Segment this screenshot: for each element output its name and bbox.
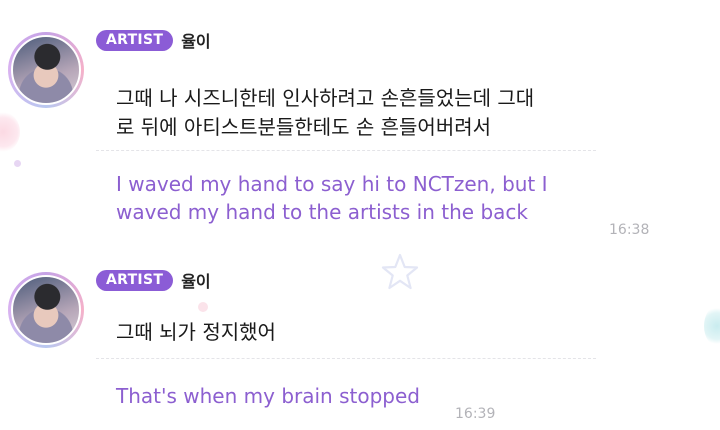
- message-line: 로 뒤에 아티스트분들한테도 손 흔들어버려서: [116, 115, 492, 139]
- translation-divider: [96, 358, 596, 359]
- message-line: 그때 나 시즈니한테 인사하려고 손흔들었는데 그대: [116, 86, 535, 110]
- sender-name[interactable]: 율이: [181, 268, 210, 292]
- background-decoration: [704, 306, 720, 346]
- translation-line: waved my hand to the artists in the back: [116, 200, 528, 224]
- message-line: 그때 뇌가 정지했어: [116, 320, 276, 344]
- message-text-korean: 그때 뇌가 정지했어: [116, 318, 596, 347]
- avatar[interactable]: [8, 272, 84, 348]
- message-translation: I waved my hand to say hi to NCTzen, but…: [116, 170, 556, 226]
- background-decoration: [198, 302, 208, 312]
- message-text-korean: 그때 나 시즈니한테 인사하려고 손흔들었는데 그대 로 뒤에 아티스트분들한테…: [116, 84, 596, 142]
- message-timestamp: 16:38: [609, 222, 650, 238]
- message-header: ARTIST 율이: [96, 268, 211, 292]
- background-decoration: [0, 112, 20, 152]
- artist-badge: ARTIST: [96, 269, 174, 291]
- message-timestamp: 16:39: [455, 406, 496, 422]
- translation-line: I waved my hand to say hi to NCTzen, but…: [116, 172, 548, 196]
- translation-divider: [96, 150, 596, 151]
- background-decoration: [14, 160, 21, 167]
- avatar[interactable]: [8, 32, 84, 108]
- message-header: ARTIST 율이: [96, 28, 211, 52]
- sender-name[interactable]: 율이: [181, 28, 210, 52]
- artist-badge: ARTIST: [96, 29, 174, 51]
- star-icon: [381, 253, 419, 290]
